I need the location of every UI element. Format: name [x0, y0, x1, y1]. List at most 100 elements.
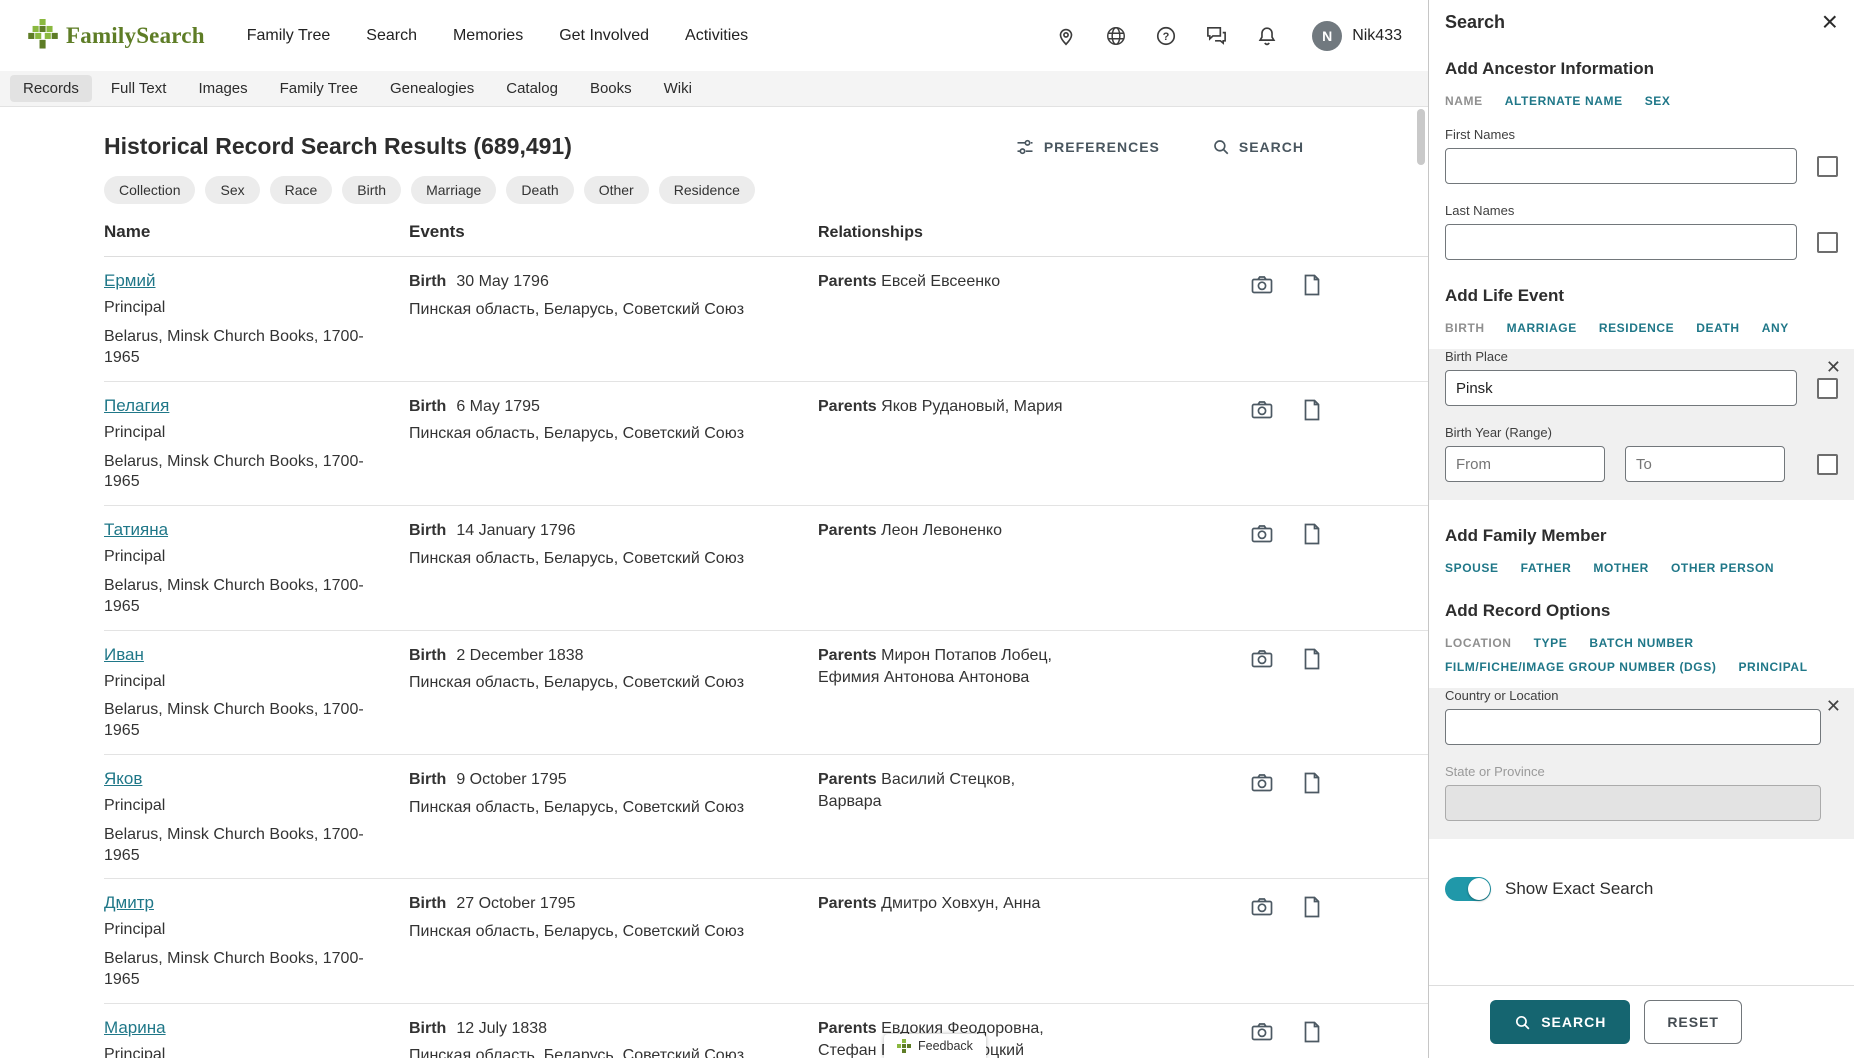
- record-name-link[interactable]: Яков: [104, 769, 142, 789]
- last-names-exact-checkbox[interactable]: [1817, 232, 1838, 253]
- camera-icon[interactable]: [1250, 647, 1274, 671]
- add-option-link[interactable]: ANY: [1762, 321, 1789, 335]
- document-icon[interactable]: [1300, 647, 1324, 671]
- add-option-link[interactable]: DEATH: [1696, 321, 1739, 335]
- main-nav-item[interactable]: Get Involved: [559, 27, 649, 45]
- camera-icon[interactable]: [1250, 771, 1274, 795]
- filter-chip[interactable]: Residence: [659, 176, 755, 204]
- record-role: Principal: [104, 1045, 379, 1058]
- notifications-icon[interactable]: [1256, 25, 1278, 47]
- search-icon: [1212, 138, 1230, 156]
- help-icon[interactable]: ?: [1155, 25, 1177, 47]
- results-tab[interactable]: Records: [10, 75, 92, 102]
- main-nav-item[interactable]: Family Tree: [247, 27, 331, 45]
- document-icon[interactable]: [1300, 771, 1324, 795]
- birth-year-from-input[interactable]: [1445, 446, 1605, 482]
- location-icon[interactable]: [1055, 25, 1077, 47]
- svg-text:?: ?: [1163, 30, 1170, 42]
- document-icon[interactable]: [1300, 522, 1324, 546]
- life-event-links: BIRTH MARRIAGE RESIDENCE DEATH ANY: [1445, 321, 1838, 335]
- add-option-link[interactable]: PRINCIPAL: [1738, 660, 1807, 674]
- column-header-name: Name: [104, 222, 409, 244]
- record-actions: [1250, 645, 1428, 742]
- record-name-link[interactable]: Иван: [104, 645, 144, 665]
- add-option-link[interactable]: ALTERNATE NAME: [1505, 94, 1623, 108]
- results-tab[interactable]: Genealogies: [377, 75, 487, 102]
- camera-icon[interactable]: [1250, 895, 1274, 919]
- familysearch-logo[interactable]: FamilySearch: [28, 19, 205, 52]
- event-type: Birth: [409, 1020, 446, 1037]
- globe-icon[interactable]: [1105, 25, 1127, 47]
- add-option-link[interactable]: FILM/FICHE/IMAGE GROUP NUMBER (DGS): [1445, 660, 1716, 674]
- first-names-input[interactable]: [1445, 148, 1797, 184]
- document-icon[interactable]: [1300, 398, 1324, 422]
- open-search-button[interactable]: SEARCH: [1212, 138, 1304, 156]
- camera-icon[interactable]: [1250, 398, 1274, 422]
- relationship-type: Parents: [818, 895, 877, 912]
- remove-location-option-icon[interactable]: ✕: [1826, 697, 1841, 715]
- last-names-input[interactable]: [1445, 224, 1797, 260]
- results-tab[interactable]: Wiki: [651, 75, 705, 102]
- first-names-exact-checkbox[interactable]: [1817, 156, 1838, 177]
- add-option-link[interactable]: OTHER PERSON: [1671, 561, 1774, 575]
- results-tab[interactable]: Full Text: [98, 75, 180, 102]
- search-submit-button[interactable]: SEARCH: [1490, 1000, 1630, 1044]
- main-nav-item[interactable]: Memories: [453, 27, 523, 45]
- filter-chip[interactable]: Collection: [104, 176, 195, 204]
- record-name-link[interactable]: Марина: [104, 1018, 166, 1038]
- filter-chip[interactable]: Race: [270, 176, 333, 204]
- add-option-link[interactable]: MOTHER: [1593, 561, 1649, 575]
- add-option-link[interactable]: SPOUSE: [1445, 561, 1499, 575]
- birth-year-exact-checkbox[interactable]: [1817, 454, 1838, 475]
- record-row: Яков Principal Belarus, Minsk Church Boo…: [104, 755, 1428, 879]
- birth-year-to-input[interactable]: [1625, 446, 1785, 482]
- record-name-link[interactable]: Татияна: [104, 520, 168, 540]
- record-collection: Belarus, Minsk Church Books, 1700-1965: [104, 949, 369, 991]
- country-input[interactable]: [1445, 709, 1821, 745]
- add-option-link[interactable]: RESIDENCE: [1599, 321, 1674, 335]
- add-option-link[interactable]: NAME: [1445, 94, 1483, 108]
- document-icon[interactable]: [1300, 895, 1324, 919]
- results-tab[interactable]: Books: [577, 75, 645, 102]
- results-tab[interactable]: Images: [185, 75, 260, 102]
- username: Nik433: [1352, 27, 1402, 45]
- main-nav-item[interactable]: Search: [366, 27, 417, 45]
- exact-search-toggle[interactable]: [1445, 877, 1491, 901]
- document-icon[interactable]: [1300, 273, 1324, 297]
- search-panel-body: Search × Add Ancestor Information NAME A…: [1429, 0, 1854, 985]
- birth-place-exact-checkbox[interactable]: [1817, 378, 1838, 399]
- camera-icon[interactable]: [1250, 1020, 1274, 1044]
- filter-chip[interactable]: Marriage: [411, 176, 496, 204]
- record-name-link[interactable]: Пелагия: [104, 396, 169, 416]
- vertical-scrollbar[interactable]: [1417, 109, 1425, 165]
- filter-chip[interactable]: Sex: [205, 176, 259, 204]
- add-option-link[interactable]: MARRIAGE: [1507, 321, 1577, 335]
- results-tab[interactable]: Family Tree: [267, 75, 371, 102]
- messages-icon[interactable]: [1205, 24, 1228, 47]
- add-option-link[interactable]: BATCH NUMBER: [1589, 636, 1693, 650]
- document-icon[interactable]: [1300, 1020, 1324, 1044]
- user-menu[interactable]: N Nik433: [1312, 21, 1402, 51]
- reset-button[interactable]: RESET: [1644, 1000, 1742, 1044]
- add-option-link[interactable]: SEX: [1645, 94, 1671, 108]
- record-name-link[interactable]: Дмитр: [104, 893, 154, 913]
- search-button-label: SEARCH: [1541, 1014, 1606, 1030]
- add-option-link[interactable]: TYPE: [1534, 636, 1568, 650]
- record-name-link[interactable]: Ермий: [104, 271, 155, 291]
- preferences-button[interactable]: PREFERENCES: [1015, 137, 1160, 157]
- results-title-row: Historical Record Search Results (689,49…: [104, 133, 1428, 160]
- add-option-link[interactable]: BIRTH: [1445, 321, 1485, 335]
- remove-birth-event-icon[interactable]: ✕: [1826, 358, 1841, 376]
- camera-icon[interactable]: [1250, 522, 1274, 546]
- main-nav-item[interactable]: Activities: [685, 27, 748, 45]
- add-option-link[interactable]: LOCATION: [1445, 636, 1512, 650]
- close-panel-icon[interactable]: ×: [1822, 12, 1838, 32]
- camera-icon[interactable]: [1250, 273, 1274, 297]
- feedback-button[interactable]: Feedback: [884, 1034, 986, 1058]
- birth-place-input[interactable]: [1445, 370, 1797, 406]
- filter-chip[interactable]: Birth: [342, 176, 401, 204]
- results-tab[interactable]: Catalog: [493, 75, 571, 102]
- add-option-link[interactable]: FATHER: [1521, 561, 1572, 575]
- filter-chip[interactable]: Death: [506, 176, 573, 204]
- filter-chip[interactable]: Other: [584, 176, 649, 204]
